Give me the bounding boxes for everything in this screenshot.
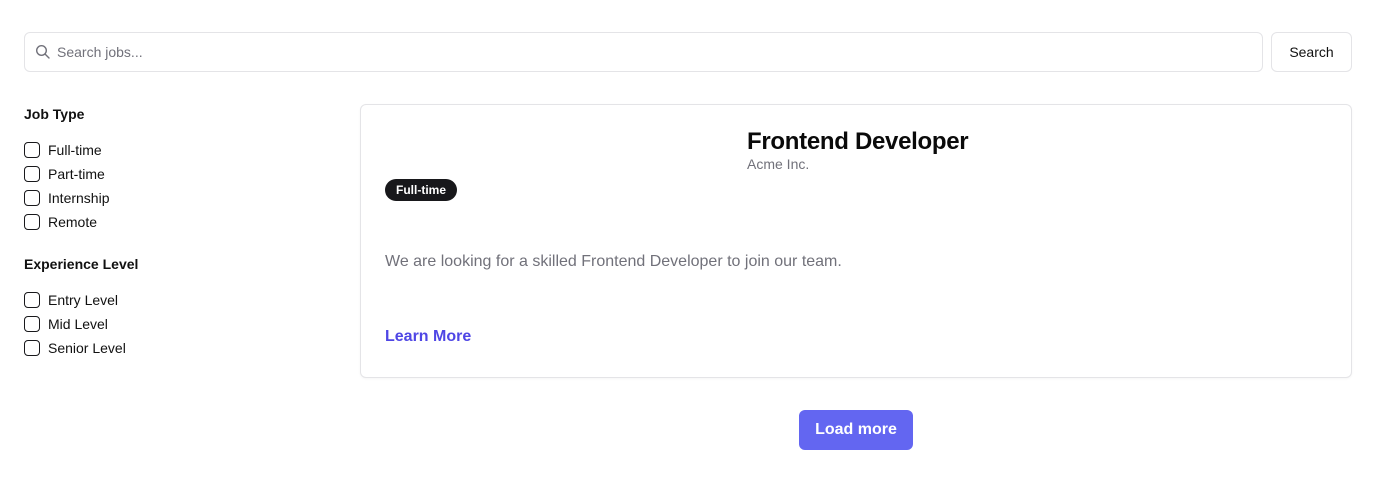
checkbox[interactable] bbox=[24, 316, 40, 332]
filter-option-full-time[interactable]: Full-time bbox=[24, 138, 324, 162]
filter-option-label: Internship bbox=[48, 190, 110, 206]
checkbox[interactable] bbox=[24, 214, 40, 230]
checkbox[interactable] bbox=[24, 190, 40, 206]
search-field[interactable] bbox=[24, 32, 1263, 72]
filter-option-internship[interactable]: Internship bbox=[24, 186, 324, 210]
filter-option-label: Entry Level bbox=[48, 292, 119, 308]
filter-option-label: Part-time bbox=[48, 166, 105, 182]
filter-heading: Job Type bbox=[24, 106, 85, 122]
filter-option-senior-level[interactable]: Senior Level bbox=[24, 336, 324, 360]
filter-option-label: Full-time bbox=[48, 142, 102, 158]
job-title: Frontend Developer bbox=[747, 128, 969, 155]
filter-group-experience-level: Experience Level Entry Level Mid Level S… bbox=[24, 254, 324, 360]
filter-heading: Experience Level bbox=[24, 256, 139, 272]
job-board-page: Search Job Type Full-time Part-time Inte… bbox=[0, 0, 1376, 482]
filter-option-label: Mid Level bbox=[48, 316, 108, 332]
checkbox[interactable] bbox=[24, 142, 40, 158]
job-type-badge: Full-time bbox=[385, 179, 457, 201]
filters-sidebar: Job Type Full-time Part-time Internship … bbox=[24, 104, 324, 380]
filter-option-mid-level[interactable]: Mid Level bbox=[24, 312, 324, 336]
filter-option-label: Senior Level bbox=[48, 340, 126, 356]
checkbox[interactable] bbox=[24, 292, 40, 308]
filter-option-label: Remote bbox=[48, 214, 98, 230]
checkbox[interactable] bbox=[24, 166, 40, 182]
filter-option-remote[interactable]: Remote bbox=[24, 210, 324, 234]
load-more-button[interactable]: Load more bbox=[799, 410, 913, 450]
checkbox[interactable] bbox=[24, 340, 40, 356]
learn-more-link[interactable]: Learn More bbox=[385, 326, 471, 348]
company-name: Acme Inc. bbox=[747, 156, 810, 172]
search-bar: Search bbox=[24, 32, 1352, 72]
job-description: We are looking for a skilled Frontend De… bbox=[385, 253, 842, 270]
filter-option-entry-level[interactable]: Entry Level bbox=[24, 288, 324, 312]
search-input[interactable] bbox=[25, 33, 1262, 71]
filter-option-part-time[interactable]: Part-time bbox=[24, 162, 324, 186]
job-card: Frontend Developer Acme Inc. Full-time W… bbox=[360, 104, 1352, 378]
filter-group-job-type: Job Type Full-time Part-time Internship … bbox=[24, 104, 324, 234]
search-button[interactable]: Search bbox=[1271, 32, 1352, 72]
